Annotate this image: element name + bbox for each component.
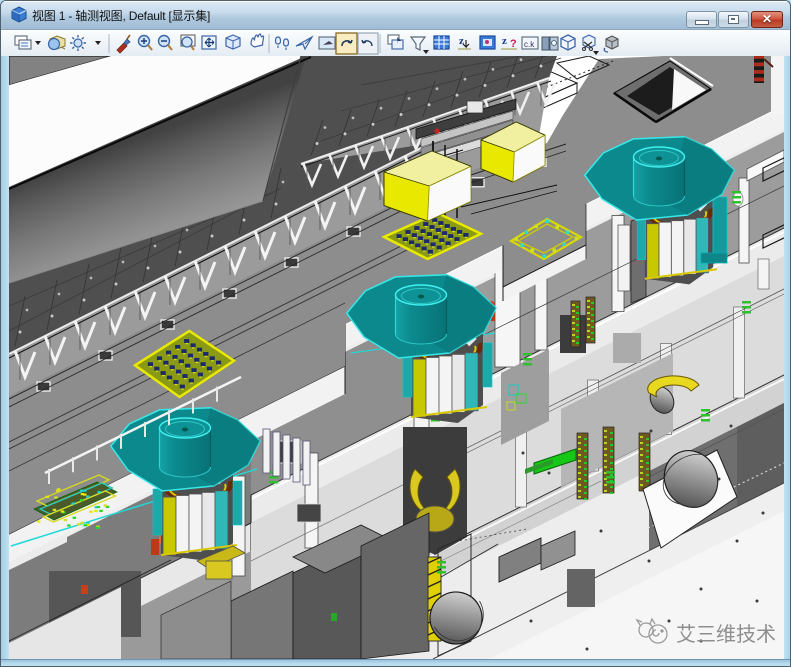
svg-text:z: z [502,35,507,47]
svg-text:c.k: c.k [524,40,535,49]
svg-text:z: z [459,35,464,47]
svg-text:?: ? [510,38,517,50]
svg-text:艾三维技术: 艾三维技术 [676,623,776,646]
